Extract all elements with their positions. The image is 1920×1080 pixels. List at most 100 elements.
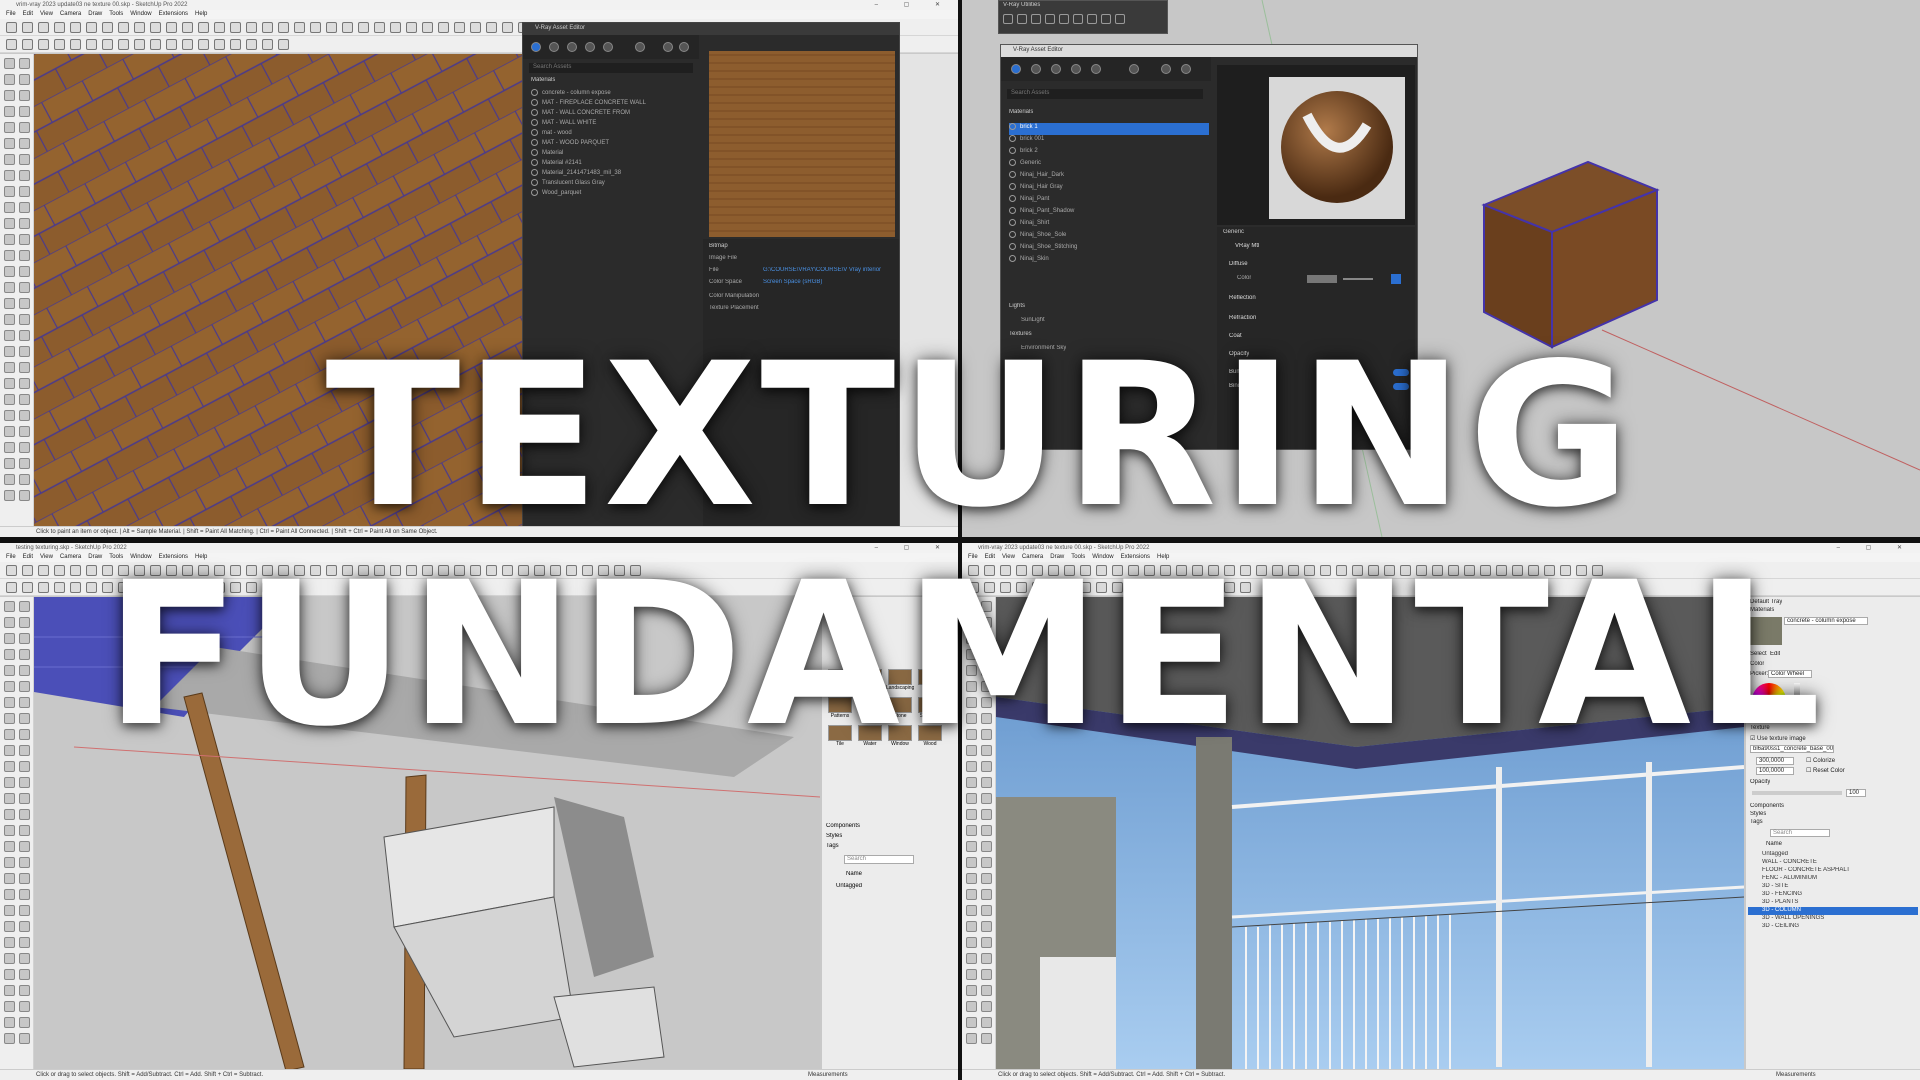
material-item[interactable]: MAT - WOOD PARQUET (531, 139, 691, 149)
toolbar-tool-icon[interactable] (150, 22, 161, 33)
drawing-tool-icon[interactable] (4, 1001, 15, 1012)
window-controls[interactable]: – ▢ ✕ (1837, 544, 1914, 551)
material-item[interactable]: Ninaj_Shoe_Stitching (1009, 243, 1209, 255)
material-item[interactable]: Ninaj_Pant_Shadow (1009, 207, 1209, 219)
drawing-tool-icon[interactable] (981, 1001, 992, 1012)
utility-tool-icon[interactable] (1115, 14, 1125, 24)
drawing-tool-icon[interactable] (981, 841, 992, 852)
toolbar-tool-icon[interactable] (390, 22, 401, 33)
toolbar-tool-icon[interactable] (358, 22, 369, 33)
menu-help[interactable]: Help (195, 11, 207, 17)
material-item[interactable]: Ninaj_Hair Gray (1009, 183, 1209, 195)
tags-search-input[interactable]: Search (844, 855, 914, 864)
drawing-tool-icon[interactable] (4, 953, 15, 964)
drawing-tool-icon[interactable] (19, 106, 30, 117)
drawing-tool-icon[interactable] (4, 857, 15, 868)
toolbar-tool-icon[interactable] (118, 39, 129, 50)
search-input[interactable]: Search Assets (529, 63, 693, 73)
material-item[interactable]: Generic (1009, 159, 1209, 171)
tag-row[interactable]: FENC - ALUMINIUM (1748, 875, 1918, 883)
tray-section-components[interactable]: Components (826, 823, 860, 829)
geometry-tab-icon[interactable] (567, 42, 577, 52)
materials-tab-icon[interactable] (531, 42, 541, 52)
lights-tab-icon[interactable] (1031, 64, 1041, 74)
drawing-tool-icon[interactable] (4, 250, 15, 261)
section-reflection[interactable]: Reflection (1229, 295, 1256, 301)
toolbar-tool-icon[interactable] (118, 22, 129, 33)
drawing-tool-icon[interactable] (966, 809, 977, 820)
drawing-tool-icon[interactable] (981, 1033, 992, 1044)
drawing-tool-icon[interactable] (4, 234, 15, 245)
drawing-tool-icon[interactable] (19, 761, 30, 772)
tag-row[interactable]: FLOOR - CONCRETE ASPHALT (1748, 867, 1918, 875)
drawing-tool-icon[interactable] (981, 937, 992, 948)
drawing-tool-icon[interactable] (19, 186, 30, 197)
drawing-tool-icon[interactable] (981, 873, 992, 884)
toolbar-tool-icon[interactable] (198, 39, 209, 50)
drawing-tool-icon[interactable] (19, 825, 30, 836)
opacity-field[interactable]: 100 (1846, 789, 1866, 797)
material-item[interactable]: Wood_parquet (531, 189, 691, 199)
render-icon[interactable] (1161, 64, 1171, 74)
drawing-tool-icon[interactable] (4, 937, 15, 948)
drawing-tool-icon[interactable] (966, 985, 977, 996)
drawing-tool-icon[interactable] (19, 937, 30, 948)
geometry-tab-icon[interactable] (1051, 64, 1061, 74)
tray-section-tags[interactable]: Tags (826, 843, 839, 849)
menu-draw[interactable]: Draw (88, 11, 102, 17)
toolbar-tool-icon[interactable] (454, 22, 465, 33)
utility-tool-icon[interactable] (1045, 14, 1055, 24)
toolbar-tool-icon[interactable] (502, 22, 513, 33)
drawing-tool-icon[interactable] (4, 106, 15, 117)
menu-camera[interactable]: Camera (60, 11, 81, 17)
drawing-tool-icon[interactable] (4, 905, 15, 916)
utility-tool-icon[interactable] (1101, 14, 1111, 24)
utility-tool-icon[interactable] (1059, 14, 1069, 24)
toolbar-tool-icon[interactable] (198, 22, 209, 33)
tag-row[interactable]: 3D - WALL OPENINGS (1748, 915, 1918, 923)
toolbar-tool-icon[interactable] (230, 22, 241, 33)
toolbar-tool-icon[interactable] (6, 22, 17, 33)
drawing-tool-icon[interactable] (19, 777, 30, 788)
material-item[interactable]: Material (531, 149, 691, 159)
drawing-tool-icon[interactable] (19, 234, 30, 245)
drawing-tool-icon[interactable] (19, 1033, 30, 1044)
drawing-tool-icon[interactable] (4, 138, 15, 149)
toolbar-tool-icon[interactable] (134, 39, 145, 50)
drawing-tool-icon[interactable] (4, 186, 15, 197)
material-item[interactable]: mat - wood (531, 129, 691, 139)
toolbar-tool-icon[interactable] (246, 39, 257, 50)
toolbar-tool-icon[interactable] (54, 22, 65, 33)
drawing-tool-icon[interactable] (19, 809, 30, 820)
color-space-value[interactable]: Screen Space (sRGB) (763, 279, 822, 285)
drawing-tool-icon[interactable] (966, 857, 977, 868)
material-item[interactable]: Material_2141471483_mil_38 (531, 169, 691, 179)
drawing-tool-icon[interactable] (19, 873, 30, 884)
drawing-tool-icon[interactable] (19, 122, 30, 133)
drawing-tool-icon[interactable] (19, 969, 30, 980)
drawing-tool-icon[interactable] (4, 298, 15, 309)
toolbar-tool-icon[interactable] (70, 22, 81, 33)
drawing-tool-icon[interactable] (19, 793, 30, 804)
drawing-tool-icon[interactable] (4, 58, 15, 69)
material-item[interactable]: brick 1 (1009, 123, 1209, 135)
toolbar-tool-icon[interactable] (38, 39, 49, 50)
drawing-tool-icon[interactable] (19, 170, 30, 181)
tag-row[interactable]: 3D - COLUMN (1748, 907, 1918, 915)
render-icon[interactable] (663, 42, 673, 52)
drawing-tool-icon[interactable] (19, 985, 30, 996)
drawing-tool-icon[interactable] (966, 777, 977, 788)
toolbar-tool-icon[interactable] (38, 22, 49, 33)
drawing-tool-icon[interactable] (981, 969, 992, 980)
toolbar-tool-icon[interactable] (278, 39, 289, 50)
materials-tab-icon[interactable] (1011, 64, 1021, 74)
drawing-tool-icon[interactable] (966, 873, 977, 884)
drawing-tool-icon[interactable] (19, 921, 30, 932)
drawing-tool-icon[interactable] (19, 138, 30, 149)
material-item[interactable]: Ninaj_Pant (1009, 195, 1209, 207)
menu-file[interactable]: File (6, 11, 16, 17)
toolbar-tool-icon[interactable] (486, 22, 497, 33)
material-item[interactable]: Ninaj_Hair_Dark (1009, 171, 1209, 183)
drawing-tool-icon[interactable] (966, 889, 977, 900)
drawing-tool-icon[interactable] (4, 921, 15, 932)
